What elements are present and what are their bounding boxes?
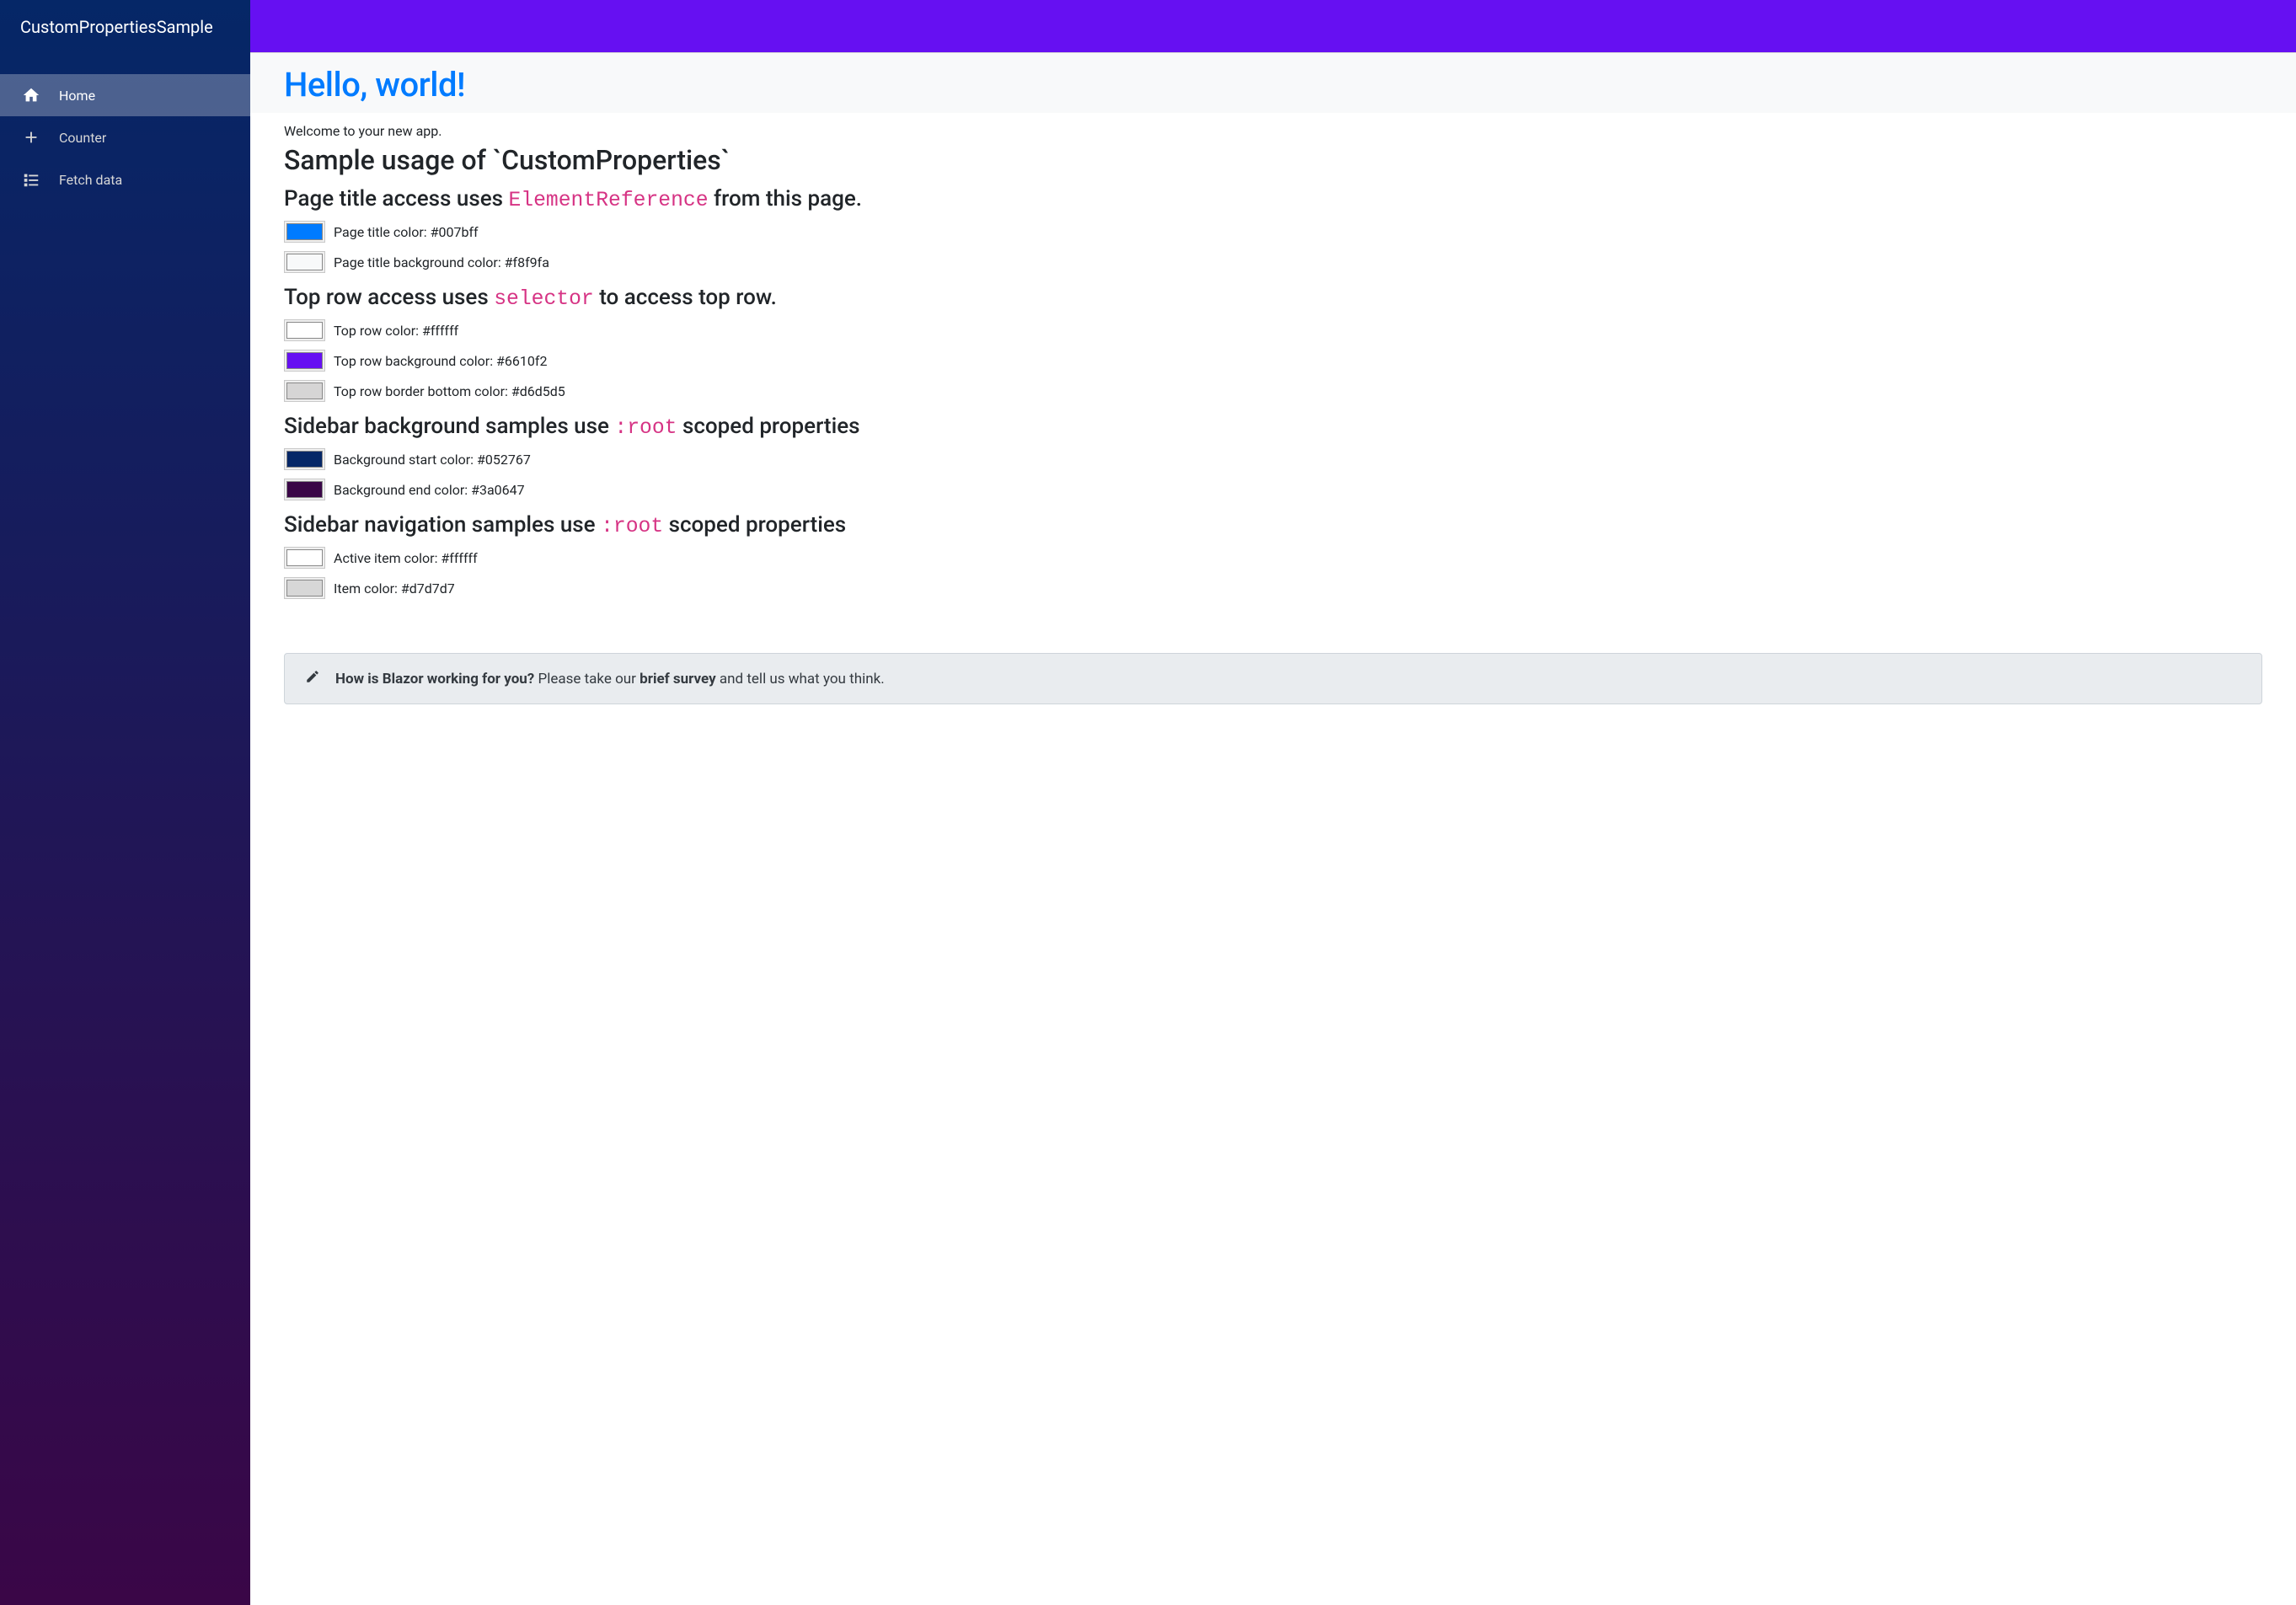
property-label: Top row color: #ffffff [334,323,458,339]
heading-text-pre: Sidebar navigation samples use [284,512,601,538]
welcome-text: Welcome to your new app. [284,123,2262,139]
section-sidebar-nav: Sidebar navigation samples use :root sco… [284,512,2262,599]
section-heading: Top row access uses selector to access t… [284,285,2262,311]
heading-text-pre: Sidebar background samples use [284,414,614,439]
sidebar-item-counter[interactable]: Counter [0,116,250,158]
home-icon [22,86,40,104]
heading-text-post: scoped properties [677,414,860,439]
color-swatch-button[interactable] [284,547,325,569]
property-label: Active item color: #ffffff [334,550,478,566]
property-label: Page title background color: #f8f9fa [334,254,549,270]
property-label: Top row background color: #6610f2 [334,353,547,369]
property-row: Background start color: #052767 [284,448,2262,470]
color-swatch [286,549,323,566]
property-row: Item color: #d7d7d7 [284,577,2262,599]
color-swatch-button[interactable] [284,448,325,470]
color-swatch [286,383,323,399]
sidebar-item-fetch-data[interactable]: Fetch data [0,158,250,201]
heading-text-post: to access top row. [594,285,777,310]
page-title-wrap: Hello, world! [250,53,2296,113]
top-row [250,0,2296,53]
heading-code: ElementReference [508,189,708,212]
color-swatch [286,223,323,240]
color-swatch-button[interactable] [284,251,325,273]
heading-text-pre: Top row access uses [284,285,494,310]
property-row: Top row background color: #6610f2 [284,350,2262,372]
property-row: Page title color: #007bff [284,221,2262,243]
property-label: Top row border bottom color: #d6d5d5 [334,383,565,399]
survey-prompt[interactable]: How is Blazor working for you? Please ta… [284,653,2262,704]
sample-heading: Sample usage of `CustomProperties` [284,144,2262,176]
survey-text: How is Blazor working for you? Please ta… [335,671,885,687]
property-row: Top row border bottom color: #d6d5d5 [284,380,2262,402]
section-page-title: Page title access uses ElementReference … [284,186,2262,273]
color-swatch-button[interactable] [284,221,325,243]
sidebar-item-home[interactable]: Home [0,74,250,116]
property-row: Page title background color: #f8f9fa [284,251,2262,273]
property-label: Page title color: #007bff [334,224,479,240]
color-swatch-button[interactable] [284,319,325,341]
property-label: Background end color: #3a0647 [334,482,525,498]
sidebar-item-label: Home [59,88,95,104]
color-swatch [286,322,323,339]
color-swatch-button[interactable] [284,350,325,372]
heading-code: :root [614,416,677,440]
heading-code: selector [494,287,594,311]
property-row: Active item color: #ffffff [284,547,2262,569]
section-top-row: Top row access uses selector to access t… [284,285,2262,402]
property-row: Background end color: #3a0647 [284,479,2262,500]
main-area: Hello, world! Welcome to your new app. S… [250,0,2296,1605]
pencil-icon [305,669,320,688]
heading-text-pre: Page title access uses [284,186,508,211]
color-swatch [286,254,323,270]
section-heading: Sidebar navigation samples use :root sco… [284,512,2262,538]
sidebar: CustomPropertiesSample Home Counter Fetc… [0,0,250,1605]
property-label: Item color: #d7d7d7 [334,580,455,597]
content: Hello, world! Welcome to your new app. S… [250,53,2296,1605]
color-swatch [286,481,323,498]
color-swatch-button[interactable] [284,479,325,500]
section-sidebar-bg: Sidebar background samples use :root sco… [284,414,2262,500]
color-swatch-button[interactable] [284,577,325,599]
survey-link[interactable]: brief survey [640,671,716,687]
list-icon [22,170,40,189]
section-heading: Page title access uses ElementReference … [284,186,2262,212]
color-swatch [286,451,323,468]
property-row: Top row color: #ffffff [284,319,2262,341]
survey-rest-text: and tell us what you think. [716,671,885,687]
sidebar-nav: Home Counter Fetch data [0,54,250,201]
heading-text-post: from this page. [709,186,862,211]
page-title: Hello, world! [284,65,2262,104]
section-heading: Sidebar background samples use :root sco… [284,414,2262,440]
survey-question: How is Blazor working for you? [335,671,534,687]
sidebar-item-label: Fetch data [59,172,122,188]
property-label: Background start color: #052767 [334,452,531,468]
color-swatch [286,352,323,369]
color-swatch-button[interactable] [284,380,325,402]
sidebar-item-label: Counter [59,130,106,146]
heading-code: :root [601,515,663,538]
heading-text-post: scoped properties [663,512,846,538]
survey-mid-text: Please take our [534,671,640,687]
inner-content: Welcome to your new app. Sample usage of… [250,113,2296,628]
sidebar-brand[interactable]: CustomPropertiesSample [0,0,250,54]
color-swatch [286,580,323,597]
plus-icon [22,128,40,147]
